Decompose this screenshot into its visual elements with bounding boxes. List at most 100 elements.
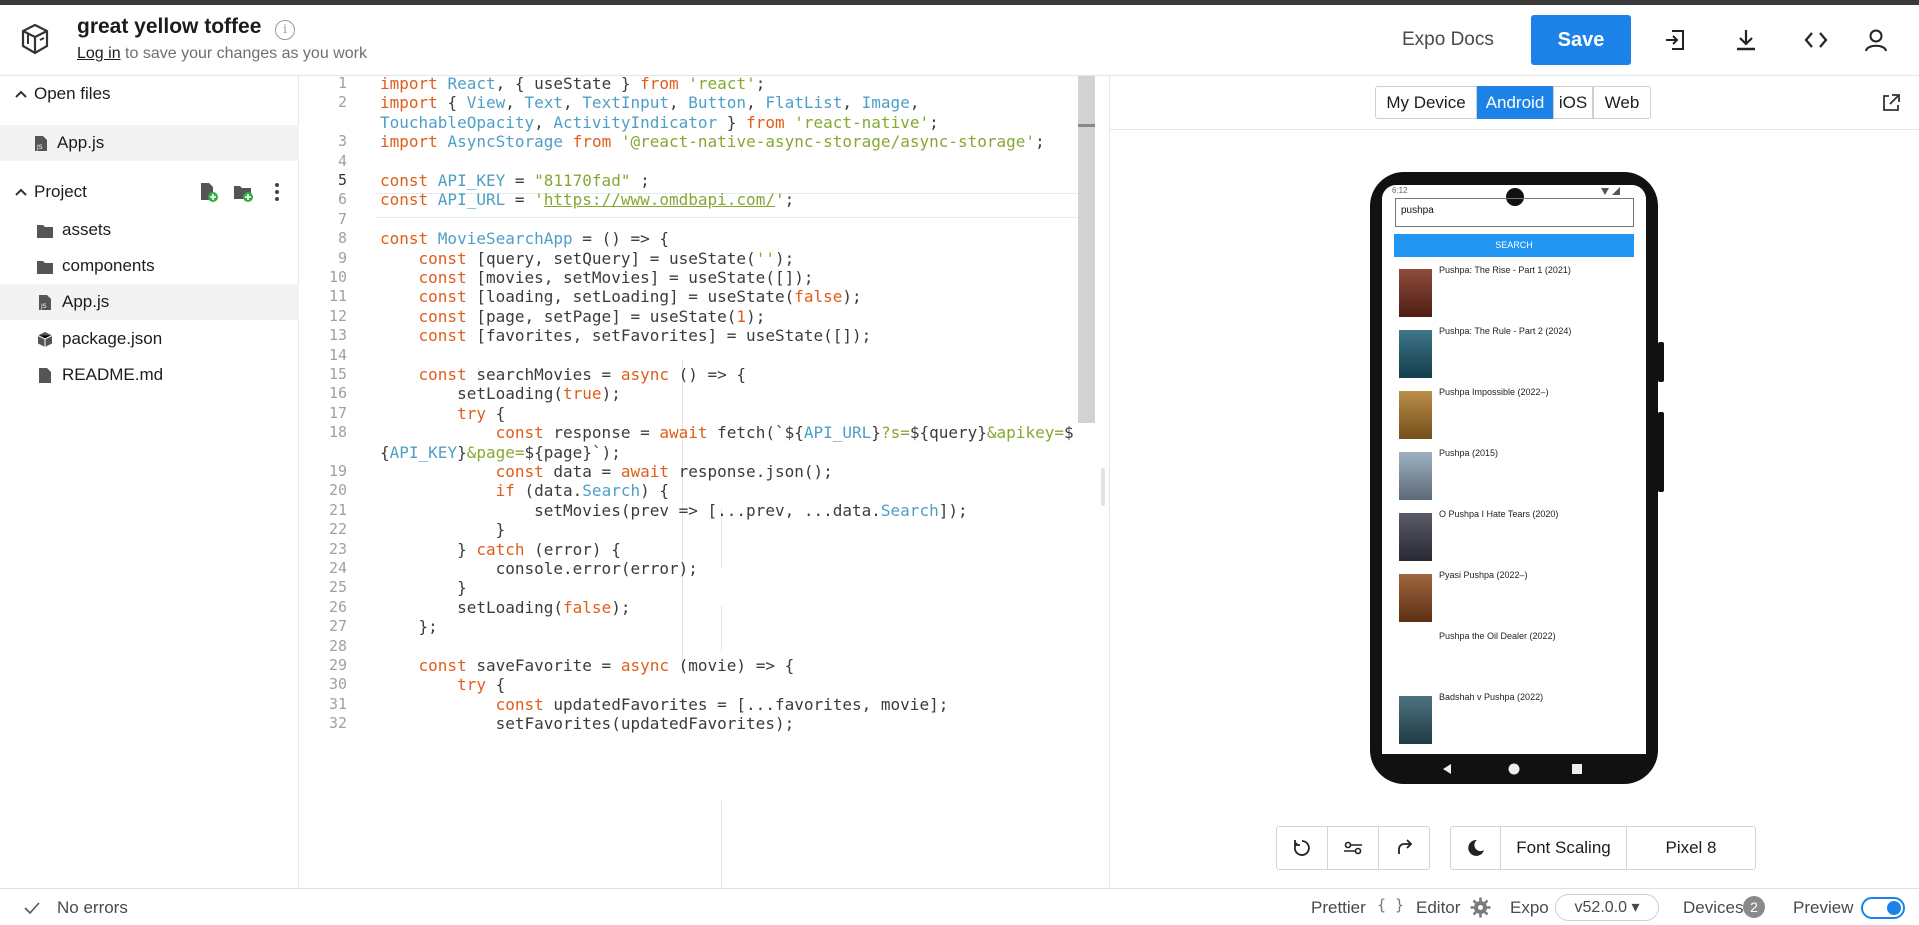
- code-token: {: [495, 675, 506, 695]
- code-token: TouchableOpacity: [380, 112, 535, 132]
- tab-my-device[interactable]: My Device: [1375, 86, 1477, 119]
- device-select[interactable]: Pixel 8: [1627, 827, 1755, 869]
- info-icon[interactable]: i: [275, 20, 295, 40]
- code-token: &apikey=: [986, 423, 1064, 443]
- gear-icon[interactable]: [1470, 897, 1491, 918]
- font-scaling-button[interactable]: Font Scaling: [1501, 827, 1627, 869]
- code-token: API_URL: [437, 190, 515, 210]
- snack-logo-icon[interactable]: [18, 22, 52, 56]
- code-token: }: [380, 578, 467, 598]
- movie-list-item[interactable]: Badshah v Pushpa (2022): [1399, 692, 1629, 744]
- open-external-icon[interactable]: [1880, 92, 1902, 114]
- device-screen[interactable]: 6:12 pushpa SEARCH Pushpa: The Rise - Pa…: [1382, 185, 1646, 754]
- movie-list-item[interactable]: Pushpa the Oil Dealer (2022): [1399, 631, 1629, 683]
- movie-list-item[interactable]: Pushpa Impossible (2022–): [1399, 387, 1629, 439]
- project-item-assets[interactable]: assets: [0, 212, 299, 248]
- code-token: [movies, setMovies] = useState([]);: [476, 268, 814, 287]
- project-item-package-json[interactable]: package.json: [0, 321, 299, 357]
- volume-button: [1658, 412, 1664, 492]
- more-options-icon[interactable]: [266, 181, 288, 203]
- code-token: catch: [476, 539, 535, 559]
- project-item-components[interactable]: components: [0, 248, 299, 284]
- code-token: ;: [630, 171, 650, 190]
- code-token: const: [495, 423, 554, 443]
- movie-list-item[interactable]: Pushpa (2015): [1399, 448, 1629, 500]
- dark-mode-button[interactable]: [1451, 827, 1501, 869]
- expo-docs-link[interactable]: Expo Docs: [1402, 29, 1494, 51]
- code-token: response =: [553, 423, 660, 443]
- new-file-icon[interactable]: [197, 181, 219, 203]
- movie-poster: [1399, 574, 1432, 622]
- reload-button[interactable]: [1277, 827, 1328, 869]
- code-line[interactable]: 32 setFavorites(updatedFavorites);: [300, 712, 1100, 735]
- search-button[interactable]: SEARCH: [1394, 234, 1634, 257]
- movie-poster: [1399, 269, 1432, 317]
- project-item-app-js[interactable]: JS App.js: [0, 284, 299, 320]
- movie-list-item[interactable]: Pyasi Pushpa (2022–): [1399, 570, 1629, 622]
- device-settings-group: Font Scaling Pixel 8: [1450, 826, 1756, 870]
- preview-toggle[interactable]: [1861, 897, 1905, 919]
- editor-settings-button[interactable]: Editor: [1416, 898, 1460, 918]
- tab-web[interactable]: Web: [1593, 86, 1651, 119]
- save-button[interactable]: Save: [1531, 15, 1631, 65]
- devices-button[interactable]: Devices: [1683, 898, 1743, 918]
- code-token: https://www.omdbapi.com/: [543, 190, 775, 210]
- power-button: [1658, 342, 1664, 382]
- code-editor[interactable]: 1 import React, { useState } from 'react'…: [300, 76, 1108, 888]
- movie-list-item[interactable]: O Pushpa I Hate Tears (2020): [1399, 509, 1629, 561]
- user-icon[interactable]: [1863, 27, 1889, 53]
- redo-button[interactable]: [1379, 827, 1430, 869]
- project-item-readme[interactable]: README.md: [0, 357, 299, 393]
- scrollbar-cursor-marker: [1078, 124, 1095, 127]
- login-link[interactable]: Log in: [77, 45, 121, 62]
- editor-scrollbar-thumb[interactable]: [1078, 76, 1095, 423]
- braces-icon[interactable]: { }: [1377, 896, 1404, 914]
- code-token: ,: [563, 93, 583, 113]
- pane-resize-handle[interactable]: [1101, 468, 1105, 506]
- tab-ios[interactable]: iOS: [1553, 86, 1593, 119]
- embed-code-icon[interactable]: [1803, 27, 1829, 53]
- app-header: great yellow toffee i Log in to save you…: [0, 5, 1919, 76]
- code-token: const: [380, 229, 438, 249]
- error-status[interactable]: No errors: [57, 898, 128, 918]
- code-token: setFavorites(updatedFavorites);: [380, 714, 795, 734]
- project-title[interactable]: great yellow toffee: [77, 15, 261, 39]
- code-token: false: [794, 287, 843, 307]
- open-files-section-header[interactable]: Open files: [0, 76, 299, 112]
- project-section-header[interactable]: Project: [0, 174, 299, 210]
- open-file-item[interactable]: JS App.js: [0, 125, 299, 161]
- sign-in-icon[interactable]: [1662, 27, 1688, 53]
- settings-toggle-button[interactable]: [1328, 827, 1379, 869]
- tab-android[interactable]: Android: [1477, 86, 1553, 119]
- code-token: ,: [909, 93, 920, 113]
- code-token: ) {: [640, 481, 669, 501]
- code-token: {: [447, 93, 467, 113]
- movie-list-item[interactable]: Pushpa: The Rule - Part 2 (2024): [1399, 326, 1629, 378]
- code-token: setLoading(: [380, 384, 564, 404]
- code-token: );: [601, 384, 621, 404]
- home-nav-icon: [1508, 763, 1520, 775]
- movie-list-item[interactable]: Pushpa: The Rise - Part 1 (2021): [1399, 265, 1629, 317]
- file-sidebar: Open files JS App.js Project assets comp…: [0, 76, 299, 888]
- code-token: ${query}: [909, 423, 987, 443]
- svg-text:JS: JS: [40, 303, 47, 310]
- code-token: Button: [688, 93, 747, 113]
- code-token: AsyncStorage: [447, 132, 573, 152]
- code-token: ${page}`);: [524, 442, 621, 462]
- download-icon[interactable]: [1733, 27, 1759, 53]
- svg-text:JS: JS: [36, 144, 43, 151]
- code-token: API_KEY: [437, 171, 515, 190]
- code-token: (movie) => {: [678, 656, 795, 675]
- prettier-button[interactable]: Prettier: [1311, 898, 1366, 918]
- new-folder-icon[interactable]: [232, 181, 254, 203]
- movie-search-input[interactable]: pushpa: [1395, 198, 1634, 227]
- sdk-version-select[interactable]: v52.0.0 ▾: [1555, 894, 1659, 921]
